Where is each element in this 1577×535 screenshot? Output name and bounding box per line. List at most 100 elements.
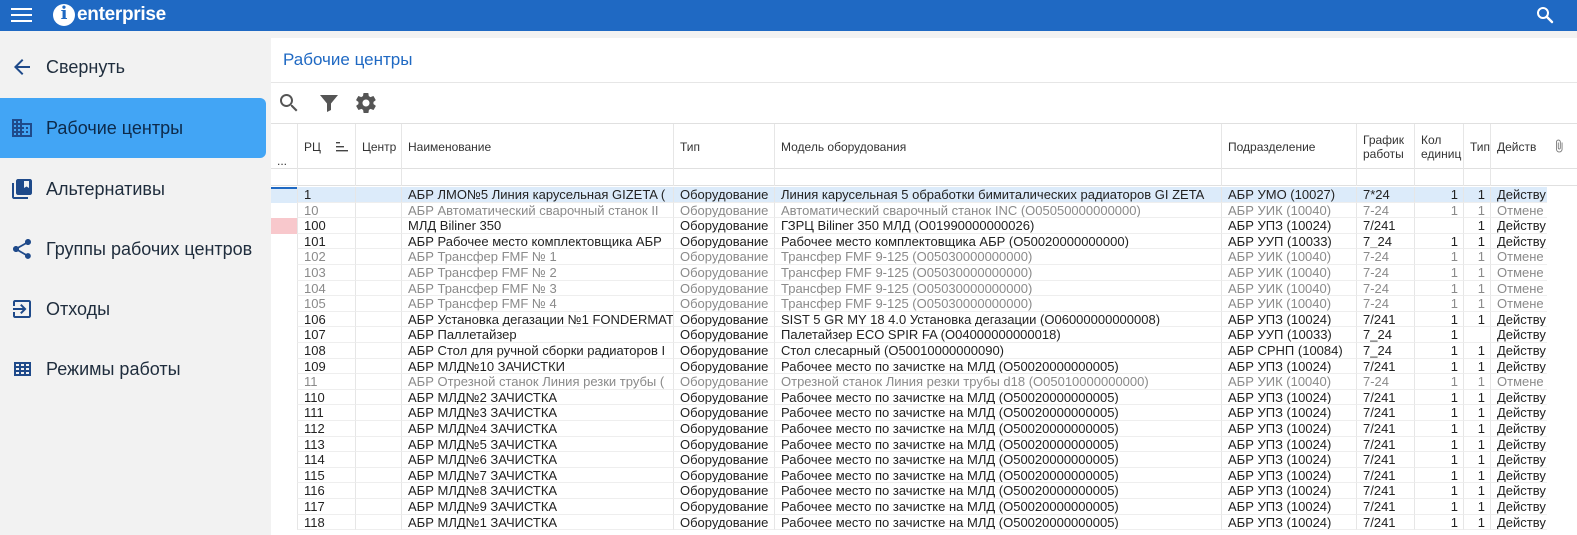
row-marker[interactable]: [271, 218, 297, 234]
table-row[interactable]: 102 АБР Трансфер FMF № 1 Оборудование Транс…: [271, 249, 1547, 265]
row-marker[interactable]: [271, 343, 297, 359]
table-row[interactable]: 110 АБР МЛД№2 ЗАЧИСТКА Оборудование Рабочее…: [271, 389, 1547, 406]
search-icon[interactable]: [277, 91, 301, 115]
table-row[interactable]: 113 АБР МЛД№5 ЗАЧИСТКА Оборудование Рабочее…: [271, 436, 1547, 453]
filter-icon[interactable]: [317, 91, 341, 115]
column-header-units[interactable]: Кол единиц: [1414, 124, 1463, 170]
table-cell: 1: [1463, 218, 1490, 234]
row-marker[interactable]: [271, 468, 297, 484]
sidebar-item-work-center-groups[interactable]: Группы рабочих центров: [0, 219, 266, 279]
table-row[interactable]: 111 АБР МЛД№3 ЗАЧИСТКА Оборудование Рабочее…: [271, 405, 1547, 421]
filter-cell[interactable]: [297, 170, 355, 186]
table-cell: 1: [1463, 499, 1490, 515]
table-cell: АБР УПЗ (10024): [1221, 467, 1356, 484]
row-marker[interactable]: [271, 265, 297, 281]
column-header-department[interactable]: Подразделение: [1221, 124, 1356, 170]
table-cell: Оборудование: [673, 202, 774, 219]
row-marker[interactable]: [271, 296, 297, 312]
table-row[interactable]: 109 АБР МЛД№10 ЗАЧИСТКИ Оборудование Рабоче…: [271, 358, 1547, 375]
table-cell: 116: [297, 483, 355, 499]
row-marker[interactable]: [271, 499, 297, 515]
sidebar-item-waste[interactable]: Отходы: [0, 279, 266, 339]
paperclip-icon[interactable]: [1552, 137, 1566, 155]
table-cell: Рабочее место по зачистке на МЛД (O50020…: [774, 514, 1221, 531]
table-row[interactable]: 105 АБР Трансфер FMF № 4 Оборудование Транс…: [271, 296, 1547, 312]
search-icon[interactable]: [1536, 6, 1554, 24]
table-row[interactable]: 115 АБР МЛД№7 ЗАЧИСТКА Оборудование Рабочее…: [271, 467, 1547, 484]
table-cell: 7*24: [1356, 187, 1414, 203]
table-row[interactable]: 104 АБР Трансфер FMF № 3 Оборудование Транс…: [271, 280, 1547, 297]
filter-cell[interactable]: [774, 170, 1221, 186]
table-row[interactable]: 101 АБР Рабочее место комплектовщика АБР О…: [271, 233, 1547, 250]
row-marker[interactable]: [271, 281, 297, 297]
row-marker[interactable]: [271, 452, 297, 468]
row-marker[interactable]: [271, 437, 297, 453]
table-row[interactable]: 103 АБР Трансфер FMF № 2 Оборудование Транс…: [271, 265, 1547, 281]
row-marker[interactable]: [271, 359, 297, 375]
table-cell: Оборудование: [673, 405, 774, 421]
row-marker[interactable]: [271, 515, 297, 531]
menu-icon[interactable]: [11, 7, 33, 24]
row-marker[interactable]: [271, 405, 297, 421]
sidebar-item-work-centers[interactable]: Рабочие центры: [0, 98, 266, 158]
table-cell: Автоматический сварочный станок INC (O05…: [774, 202, 1221, 219]
column-header-name[interactable]: Наименование: [401, 124, 673, 170]
table-cell: 1: [1463, 343, 1490, 359]
column-header-center[interactable]: Центр: [355, 124, 401, 170]
table-row[interactable]: 118 АБР МЛД№1 ЗАЧИСТКА Оборудование Рабочее…: [271, 514, 1547, 531]
filter-cell[interactable]: [355, 170, 401, 186]
column-header-model[interactable]: Модель оборудования: [774, 124, 1221, 170]
filter-cell[interactable]: [1414, 170, 1463, 186]
filter-cell[interactable]: [1356, 170, 1414, 186]
sidebar-item-alternatives[interactable]: Альтернативы: [0, 159, 266, 219]
divider: [271, 82, 1577, 83]
row-marker[interactable]: [271, 187, 297, 203]
filter-cell[interactable]: [1490, 170, 1547, 186]
table-row[interactable]: 117 АБР МЛД№9 ЗАЧИСТКА Оборудование Рабочее…: [271, 499, 1547, 515]
sidebar-item-collapse[interactable]: Свернуть: [0, 37, 266, 97]
table-row[interactable]: 10 АБР Автоматический сварочный станок II…: [271, 202, 1547, 219]
table-cell: 1: [1414, 296, 1463, 312]
table-cell: 1: [1463, 467, 1490, 484]
table-row[interactable]: 116 АБР МЛД№8 ЗАЧИСТКА Оборудование Рабочее…: [271, 483, 1547, 499]
column-header-schedule[interactable]: График работы: [1356, 124, 1414, 170]
column-header-type2[interactable]: Тип: [1463, 124, 1490, 170]
table-row[interactable]: 100 МЛД Biliner 350 Оборудование ГЗРЦ Bilin…: [271, 218, 1547, 234]
row-marker[interactable]: [271, 483, 297, 499]
row-marker[interactable]: [271, 327, 297, 343]
sort-icon[interactable]: [336, 142, 348, 152]
table-cell: 110: [297, 389, 355, 406]
column-chooser-button[interactable]: ...: [271, 124, 297, 170]
table-row[interactable]: 1 АБР ЛМО№5 Линия карусельная GIZETA (Обо…: [271, 187, 1547, 203]
row-marker[interactable]: [271, 203, 297, 219]
column-header-type[interactable]: Тип: [673, 124, 774, 170]
row-marker[interactable]: [271, 390, 297, 406]
table-cell: Отмене: [1490, 249, 1547, 265]
filter-cell[interactable]: [1221, 170, 1356, 186]
table-cell: [355, 311, 401, 328]
gear-icon[interactable]: [354, 91, 378, 115]
sidebar-item-work-modes[interactable]: Режимы работы: [0, 339, 266, 399]
filter-cell[interactable]: [673, 170, 774, 186]
row-marker[interactable]: [271, 312, 297, 328]
row-marker[interactable]: [271, 234, 297, 250]
table-cell: Оборудование: [673, 452, 774, 468]
row-marker[interactable]: [271, 421, 297, 437]
table-row[interactable]: 108 АБР Стол для ручной сборки радиаторов…: [271, 343, 1547, 359]
table-cell: Оборудование: [673, 343, 774, 359]
filter-cell[interactable]: [1463, 170, 1490, 186]
table-row[interactable]: 106 АБР Установка дегазации №1 FONDERMAT О…: [271, 311, 1547, 328]
table-cell: [355, 187, 401, 203]
table-row[interactable]: 114 АБР МЛД№6 ЗАЧИСТКА Оборудование Рабочее…: [271, 452, 1547, 468]
table-cell: АБР Трансфер FMF № 2: [401, 265, 673, 281]
row-marker[interactable]: [271, 374, 297, 390]
table-row[interactable]: 11 АБР Отрезной станок Линия резки трубы …: [271, 374, 1547, 390]
table-cell: 1: [297, 187, 355, 203]
table-row[interactable]: 112 АБР МЛД№4 ЗАЧИСТКА Оборудование Рабочее…: [271, 421, 1547, 437]
table-row[interactable]: 107 АБР Паллетайзер Оборудование Палетайзер…: [271, 327, 1547, 343]
filter-cell[interactable]: [401, 170, 673, 186]
table-cell: 7/241: [1356, 358, 1414, 375]
row-marker[interactable]: [271, 249, 297, 265]
table-cell: Рабочее место по зачистке на МЛД (O50020…: [774, 452, 1221, 468]
column-header-status[interactable]: Действ: [1490, 124, 1547, 170]
